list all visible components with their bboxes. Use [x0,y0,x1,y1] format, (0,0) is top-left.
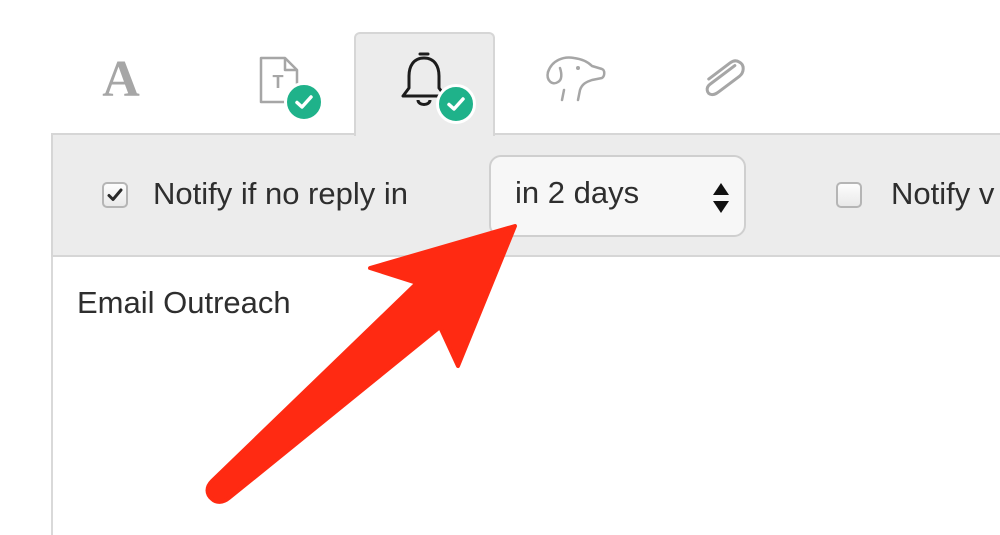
reply-timing-value: in 2 days [515,175,640,210]
reminder-check-badge-icon [436,84,476,124]
notify-second-label: Notify v [891,176,995,211]
notify-second-checkbox[interactable] [836,182,862,208]
font-icon: A [93,50,149,111]
template-check-badge-icon [284,82,324,122]
email-composer-panel: A T Notify if no reply in in 2 days Noti… [0,0,1000,535]
reply-timing-select[interactable]: in 2 days [489,155,746,237]
tab-attachment[interactable] [668,40,778,120]
notify-no-reply-label: Notify if no reply in [153,176,408,211]
email-body-area[interactable]: Email Outreach [53,259,1000,535]
svg-text:T: T [273,72,284,92]
tab-template[interactable]: T [224,40,334,122]
tab-reminder[interactable] [354,32,495,136]
notify-no-reply-checkbox[interactable] [102,182,128,208]
email-subject-text: Email Outreach [77,285,291,320]
paperclip-icon [695,50,751,111]
tab-bar: A T [0,0,1000,136]
tab-font[interactable]: A [66,40,176,120]
dog-icon [542,50,608,111]
tab-sniffer[interactable] [520,40,630,120]
svg-text:A: A [102,51,140,106]
select-updown-icon [712,181,730,215]
checkmark-icon [107,188,123,201]
